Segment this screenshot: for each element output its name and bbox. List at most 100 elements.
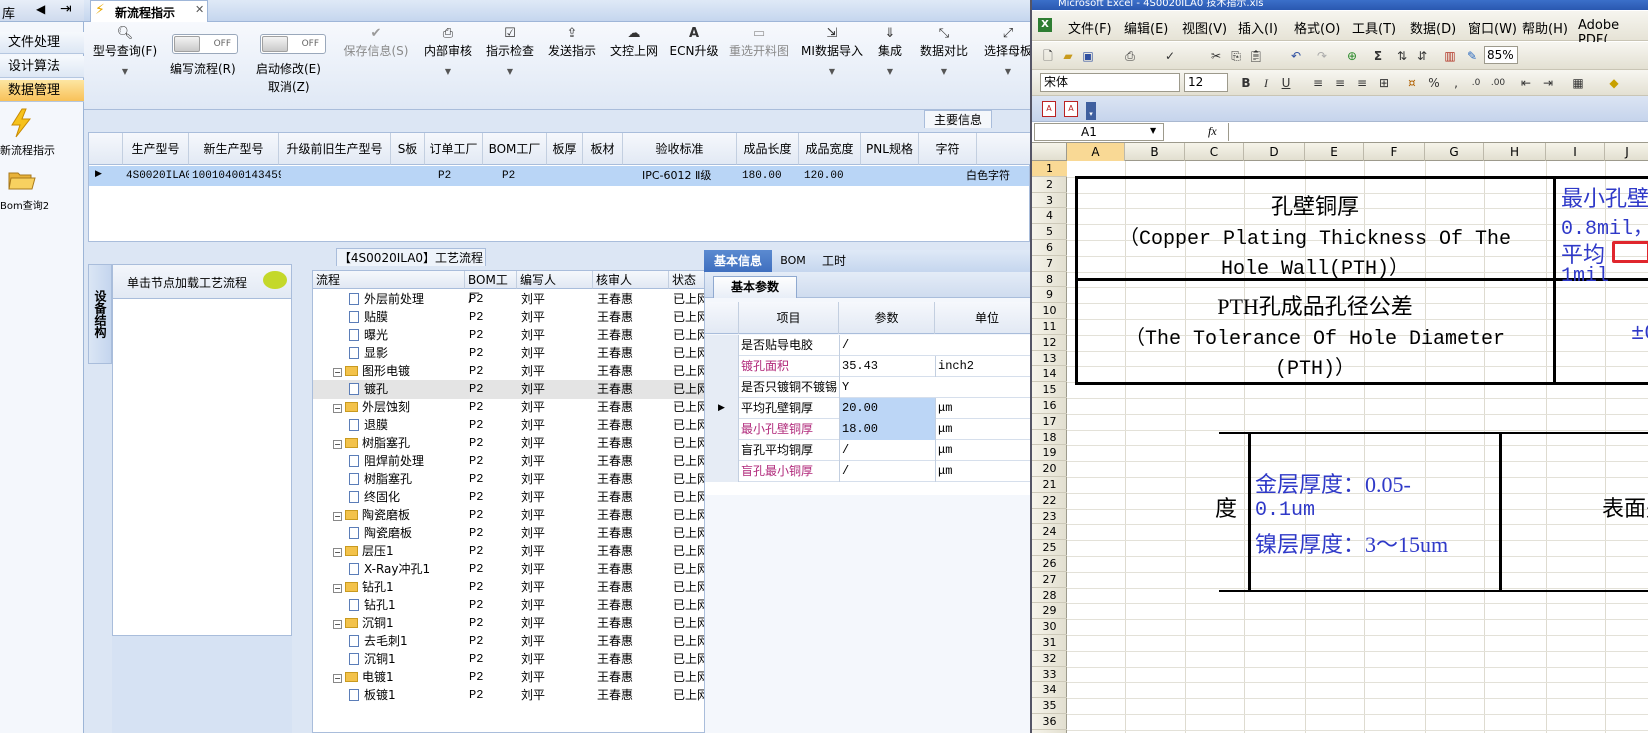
chart-icon[interactable]: ▥: [1442, 48, 1458, 64]
tree-node[interactable]: 曝光: [349, 326, 465, 345]
formula-input[interactable]: [1228, 123, 1648, 141]
row-header[interactable]: 35: [1032, 698, 1067, 714]
tree-row[interactable]: 板镀1 P2 刘平 王春惠 已上网: [313, 686, 709, 705]
select-master-button[interactable]: ⤢ 选择母板 ▼: [978, 26, 1030, 106]
currency-icon[interactable]: ¤: [1404, 75, 1420, 91]
grid-cell[interactable]: 10010400143459: [189, 166, 281, 186]
tab-basic-params[interactable]: 基本参数: [713, 276, 797, 298]
collapse-icon[interactable]: −: [333, 512, 342, 521]
cut-icon[interactable]: ✂: [1208, 48, 1224, 64]
redo-icon[interactable]: ↷: [1314, 48, 1330, 64]
cancel-button[interactable]: 取消(Z): [268, 78, 310, 95]
param-row[interactable]: 镀孔面积 35.43 inch2: [705, 356, 1030, 377]
param-value[interactable]: 35.43: [839, 356, 935, 377]
autosum-icon[interactable]: Σ: [1370, 48, 1386, 64]
lightning-icon[interactable]: [8, 108, 34, 138]
collapse-icon[interactable]: −: [333, 548, 342, 557]
row-header[interactable]: 30: [1032, 619, 1067, 635]
tree-row[interactable]: − 外层蚀刻 P2 刘平 王春惠 已上网: [313, 398, 709, 417]
param-row[interactable]: 盲孔平均铜厚 / μm: [705, 440, 1030, 461]
drawing-icon[interactable]: ✎: [1464, 48, 1480, 64]
param-header[interactable]: 参数: [839, 302, 935, 334]
toolbar-options-icon[interactable]: ▾: [1086, 102, 1096, 120]
row-header[interactable]: 36: [1032, 714, 1067, 730]
tree-row[interactable]: 曝光 P2 刘平 王春惠 已上网: [313, 326, 709, 345]
param-value[interactable]: /: [839, 461, 935, 482]
row-header[interactable]: 21: [1032, 477, 1067, 493]
tree-header[interactable]: BOM工厂: [465, 271, 517, 305]
tree-header[interactable]: 编写人: [517, 271, 593, 289]
collapse-icon[interactable]: −: [333, 440, 342, 449]
column-header[interactable]: B: [1125, 143, 1185, 161]
row-header[interactable]: 28: [1032, 588, 1067, 604]
chevron-down-icon[interactable]: ▼: [978, 67, 1030, 76]
column-header[interactable]: H: [1484, 143, 1546, 161]
row-header[interactable]: 24: [1032, 524, 1067, 541]
tree-node[interactable]: − 钻孔1: [333, 578, 465, 597]
tree-node[interactable]: 阻焊前处理: [349, 452, 465, 471]
row-header[interactable]: 18: [1032, 430, 1067, 446]
tree-row[interactable]: 树脂塞孔 P2 刘平 王春惠 已上网: [313, 470, 709, 489]
column-header[interactable]: G: [1425, 143, 1484, 161]
param-row[interactable]: 是否只镀铜不镀锡 Y: [705, 377, 1030, 398]
open-folder-icon[interactable]: [8, 168, 36, 192]
tab-basic-info[interactable]: 基本信息: [704, 250, 772, 272]
align-left-icon[interactable]: ≡: [1310, 75, 1326, 91]
row-header[interactable]: 34: [1032, 682, 1067, 699]
tree-row[interactable]: 钻孔1 P2 刘平 王春惠 已上网: [313, 596, 709, 615]
save-info-button[interactable]: ✔ 保存信息(S): [340, 26, 412, 106]
tree-row[interactable]: 显影 P2 刘平 王春惠 已上网: [313, 344, 709, 363]
tree-node[interactable]: − 树脂塞孔: [333, 434, 465, 453]
row-header[interactable]: 33: [1032, 667, 1067, 683]
ecn-upgrade-button[interactable]: A ECN升级: [666, 26, 722, 106]
fill-color-icon[interactable]: ◆: [1606, 75, 1622, 91]
row-header[interactable]: 23: [1032, 509, 1067, 525]
chevron-down-icon[interactable]: ▼: [1150, 126, 1156, 135]
align-right-icon[interactable]: ≡: [1354, 75, 1370, 91]
undo-icon[interactable]: ↶: [1288, 48, 1304, 64]
new-icon[interactable]: 🗋︎: [1040, 48, 1056, 64]
tree-row[interactable]: 外层前处理 P2 刘平 王春惠 已上网: [313, 290, 709, 309]
param-value[interactable]: Y: [839, 377, 935, 398]
column-header[interactable]: A: [1067, 143, 1125, 161]
grid-header[interactable]: 生产型号: [123, 133, 189, 165]
align-center-icon[interactable]: ≡: [1332, 75, 1348, 91]
data-compare-button[interactable]: ⤡ 数据对比 ▼: [914, 26, 974, 106]
indicate-check-button[interactable]: ☑ 指示检查 ▼: [480, 26, 540, 106]
increase-decimal-icon[interactable]: .0: [1468, 75, 1484, 91]
upload-button[interactable]: ☁ 文控上网: [604, 26, 664, 106]
spell-icon[interactable]: ✓: [1162, 48, 1178, 64]
menu-help[interactable]: 帮助(H): [1522, 18, 1568, 37]
pdf-convert-icon[interactable]: A: [1042, 101, 1056, 117]
percent-icon[interactable]: %: [1426, 75, 1442, 91]
chevron-down-icon[interactable]: ▼: [798, 67, 866, 76]
grid-header[interactable]: 字符: [919, 133, 977, 165]
tree-node[interactable]: X-Ray冲孔1: [349, 560, 465, 579]
tree-row[interactable]: − 沉铜1 P2 刘平 王春惠 已上网: [313, 614, 709, 633]
param-value[interactable]: 20.00: [839, 398, 935, 419]
collapse-icon[interactable]: −: [333, 368, 342, 377]
tree-row[interactable]: 退膜 P2 刘平 王春惠 已上网: [313, 416, 709, 435]
row-header[interactable]: 26: [1032, 556, 1067, 572]
select-all-corner[interactable]: [1032, 143, 1067, 161]
underline-icon[interactable]: U: [1278, 75, 1294, 91]
column-header[interactable]: D: [1244, 143, 1305, 161]
sort-desc-icon[interactable]: ⇵: [1414, 48, 1430, 64]
column-header[interactable]: J: [1605, 143, 1648, 161]
tree-node[interactable]: 去毛刺1: [349, 632, 465, 651]
row-header[interactable]: 14: [1032, 366, 1067, 383]
menu-tools[interactable]: 工具(T): [1352, 18, 1396, 37]
param-header[interactable]: 项目: [739, 302, 839, 334]
param-row[interactable]: ▶ 平均孔壁铜厚 20.00 μm: [705, 398, 1030, 419]
menu-edit[interactable]: 编辑(E): [1124, 18, 1168, 37]
row-header[interactable]: 32: [1032, 651, 1067, 667]
outdent-icon[interactable]: ⇤: [1518, 75, 1534, 91]
font-size-select[interactable]: 12: [1184, 73, 1228, 92]
decrease-decimal-icon[interactable]: .00: [1490, 75, 1506, 91]
grid-cell[interactable]: 4S0020ILA0: [123, 166, 189, 186]
tree-row[interactable]: 贴膜 P2 刘平 王春惠 已上网: [313, 308, 709, 327]
column-header[interactable]: C: [1185, 143, 1244, 161]
grid-cell[interactable]: IPC-6012 Ⅱ级: [639, 166, 739, 186]
tree-node[interactable]: − 陶瓷磨板: [333, 506, 465, 525]
tree-row[interactable]: − 树脂塞孔 P2 刘平 王春惠 已上网: [313, 434, 709, 453]
